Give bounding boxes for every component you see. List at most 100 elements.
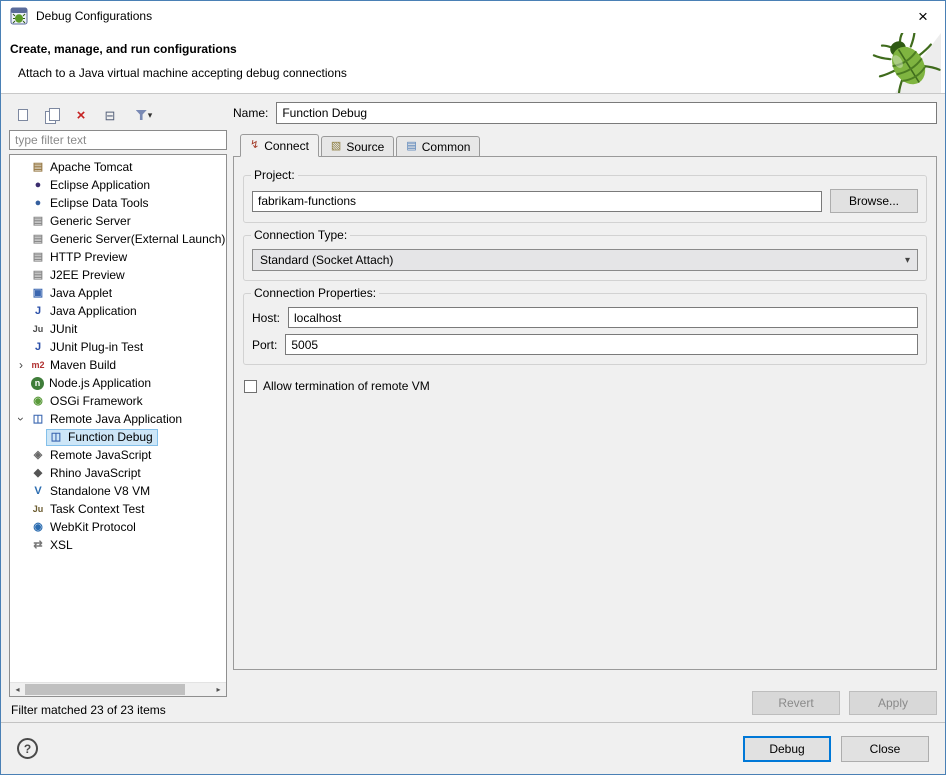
tree-item-label: HTTP Preview [50, 250, 127, 264]
apply-button[interactable]: Apply [849, 691, 937, 715]
tree-item-label: Node.js Application [49, 376, 151, 390]
tree-item-java-applet[interactable]: ▣ Java Applet [10, 284, 226, 302]
tree-item-selection: ▤Generic Server [28, 213, 136, 230]
tab-source[interactable]: ▧Source [321, 136, 394, 157]
configuration-tree: ▤Apache Tomcat●Eclipse Application●Eclip… [10, 155, 226, 682]
tree-item-remote-javascript[interactable]: ◈Remote JavaScript [10, 446, 226, 464]
dialog-footer: ? Debug Close [1, 722, 945, 774]
tree-item-apache-tomcat[interactable]: ▤Apache Tomcat [10, 158, 226, 176]
tree-item-xsl[interactable]: ⇄XSL [10, 536, 226, 554]
port-label: Port: [252, 338, 277, 352]
close-window-button[interactable]: × [901, 1, 945, 31]
tree-item-task-context-test[interactable]: JuTask Context Test [10, 500, 226, 518]
connection-type-combo[interactable]: Standard (Socket Attach) ▾ [252, 249, 918, 271]
tree-item-junit-plug-in-test[interactable]: JJUnit Plug-in Test [10, 338, 226, 356]
tree-item-eclipse-application[interactable]: ●Eclipse Application [10, 176, 226, 194]
tree-item-label: Maven Build [50, 358, 116, 372]
scrollbar-thumb[interactable] [25, 684, 185, 695]
tree-item-j2ee-preview[interactable]: ▤ J2EE Preview [10, 266, 226, 284]
tree-item-osgi-framework[interactable]: ◉ OSGi Framework [10, 392, 226, 410]
host-input[interactable] [288, 307, 918, 328]
tree-item-generic-server[interactable]: ▤Generic Server [10, 212, 226, 230]
collapse-all-button[interactable]: ⊟ [100, 105, 120, 125]
bug-illustration [863, 33, 941, 93]
http-preview-icon: ▤ [30, 249, 46, 265]
tree-item-label: Generic Server [50, 214, 131, 228]
tree-item-label: XSL [50, 538, 73, 552]
port-field-row: Port: [252, 334, 918, 355]
tree-item-label: Remote Java Application [50, 412, 182, 426]
osgi-framework-icon: ◉ [30, 393, 46, 409]
help-button[interactable]: ? [17, 738, 38, 759]
expander-icon[interactable]: › [14, 359, 28, 371]
title-bar: Debug Configurations × [1, 1, 945, 31]
revert-button[interactable]: Revert [752, 691, 840, 715]
tree-item-selection: ◈Remote JavaScript [28, 447, 156, 464]
debug-configurations-app-icon [10, 7, 28, 25]
java-application-icon: J [30, 303, 46, 319]
filter-configurations-button[interactable]: ▾ [129, 105, 159, 125]
tree-item-selection: V Standalone V8 VM [28, 483, 155, 500]
remote-java-application-icon: ◫ [30, 411, 46, 427]
tree-item-selection: ⇄XSL [28, 537, 78, 554]
tree-item-selection: ▤Apache Tomcat [28, 159, 138, 176]
name-input[interactable] [276, 102, 937, 124]
project-group-label: Project: [251, 168, 298, 182]
tree-item-selection: ●Eclipse Data Tools [28, 195, 154, 212]
debug-configurations-dialog: Debug Configurations × Create, manage, a… [0, 0, 946, 775]
allow-termination-checkbox[interactable] [244, 380, 257, 393]
tree-item-generic-server-external-launch-[interactable]: ▤Generic Server(External Launch) [10, 230, 226, 248]
tree-item-standalone-v8-vm[interactable]: V Standalone V8 VM [10, 482, 226, 500]
remote-java-application-icon: ◫ [48, 429, 64, 445]
tree-item-selection: ◆Rhino JavaScript [28, 465, 146, 482]
java-applet-icon: ▣ [30, 285, 46, 301]
tab-label: Source [346, 140, 384, 154]
project-field-row: Browse... [252, 189, 918, 213]
new-configuration-button[interactable] [13, 105, 33, 125]
tree-item-http-preview[interactable]: ▤ HTTP Preview [10, 248, 226, 266]
tree-item-function-debug[interactable]: ◫Function Debug [10, 428, 226, 446]
tree-item-junit[interactable]: JuJUnit [10, 320, 226, 338]
configuration-detail-panel: Name: ↯Connect▧Source▤Common Project: Br… [233, 102, 937, 717]
delete-configuration-button[interactable]: × [71, 105, 91, 125]
sidebar-toolbar: × ⊟ ▾ [9, 102, 227, 128]
tree-item-label: OSGi Framework [50, 394, 143, 408]
scroll-right-button[interactable]: ▸ [211, 683, 226, 696]
name-row: Name: [233, 102, 937, 124]
panel-buttons: Revert Apply [233, 670, 937, 717]
tree-item-rhino-javascript[interactable]: ◆Rhino JavaScript [10, 464, 226, 482]
connection-type-value: Standard (Socket Attach) [260, 253, 393, 267]
j2ee-preview-icon: ▤ [30, 267, 46, 283]
tree-item-label: Java Applet [50, 286, 112, 300]
duplicate-configuration-button[interactable] [42, 105, 62, 125]
standalone-v8-vm-icon: V [30, 483, 46, 499]
tab-label: Common [422, 140, 471, 154]
tree-item-label: J2EE Preview [50, 268, 125, 282]
browse-button[interactable]: Browse... [830, 189, 918, 213]
scroll-left-button[interactable]: ◂ [10, 683, 25, 696]
tree-item-remote-java-application[interactable]: ›◫ Remote Java Application [10, 410, 226, 428]
close-button[interactable]: Close [841, 736, 929, 762]
tree-item-label: Standalone V8 VM [50, 484, 150, 498]
host-label: Host: [252, 311, 280, 325]
tab-common[interactable]: ▤Common [396, 136, 480, 157]
debug-button[interactable]: Debug [743, 736, 831, 762]
tree-item-java-application[interactable]: JJava Application [10, 302, 226, 320]
collapse-all-icon: ⊟ [105, 109, 116, 122]
tree-item-selection: JuTask Context Test [28, 501, 150, 518]
eclipse-data-tools-icon: ● [30, 195, 46, 211]
port-input[interactable] [285, 334, 918, 355]
tree-item-maven-build[interactable]: ›m2Maven Build [10, 356, 226, 374]
filter-input[interactable] [9, 130, 227, 150]
project-input[interactable] [252, 191, 822, 212]
generic-server-external-launch-icon: ▤ [30, 231, 46, 247]
tree-item-webkit-protocol[interactable]: ◉WebKit Protocol [10, 518, 226, 536]
tree-item-selection: JJUnit Plug-in Test [28, 339, 148, 356]
tree-item-node-js-application[interactable]: nNode.js Application [10, 374, 226, 392]
tree-item-label: Apache Tomcat [50, 160, 133, 174]
tree-item-eclipse-data-tools[interactable]: ●Eclipse Data Tools [10, 194, 226, 212]
expander-icon[interactable]: › [15, 412, 27, 426]
scrollbar-track[interactable] [25, 683, 211, 696]
tree-item-selection: ◫ Remote Java Application [28, 411, 187, 428]
tab-connect[interactable]: ↯Connect [240, 134, 319, 157]
